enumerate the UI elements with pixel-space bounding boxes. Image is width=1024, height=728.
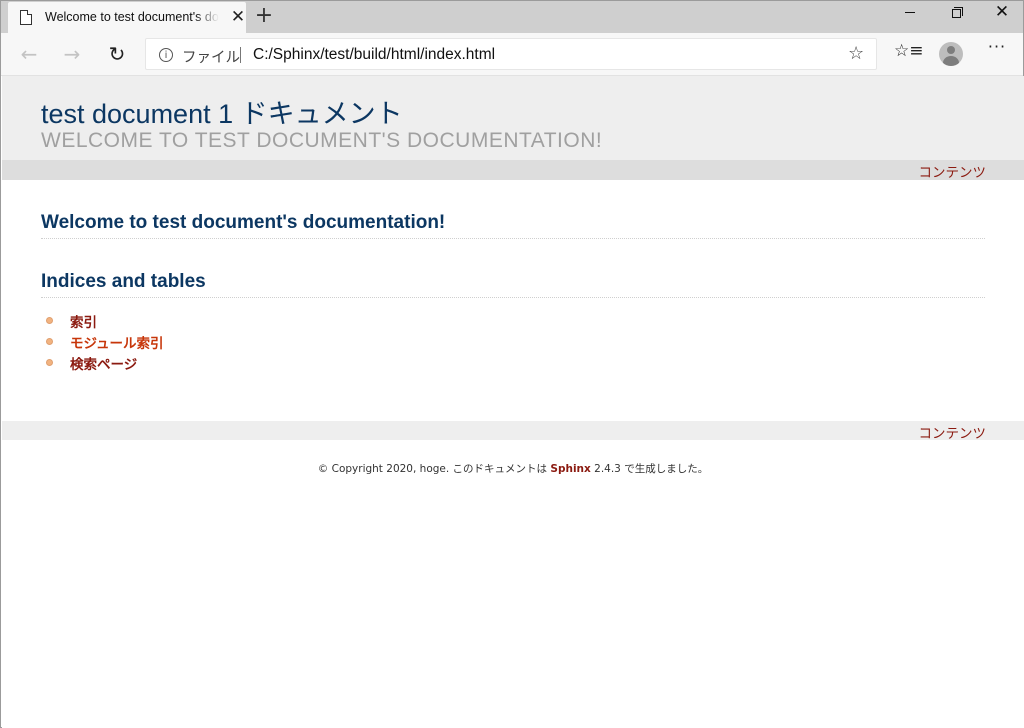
restore-icon [952,9,961,18]
contents-link-bottom[interactable]: コンテンツ [919,422,987,442]
page-heading: Welcome to test document's documentation… [41,212,446,233]
tab-title: Welcome to test document's documentation… [45,10,219,26]
browser-tab-active[interactable]: Welcome to test document's documentation… [8,2,246,33]
module-index-link[interactable]: モジュール索引 [70,332,164,352]
minimize-icon [905,12,915,13]
section-rule [41,297,985,298]
back-button[interactable]: ← [14,39,44,69]
bullet-icon [46,338,53,345]
section-heading: Indices and tables [41,271,206,292]
favorites-icon[interactable]: ☆≡ [894,41,923,67]
footer-suffix: 2.4.3 で生成しました。 [590,463,709,475]
bullet-icon [46,359,53,366]
site-info-icon[interactable]: i [159,48,173,62]
tab-bar: Welcome to test document's documentation… [1,1,1023,33]
bullet-icon [46,317,53,324]
page-content: test document 1 ドキュメント WELCOME TO TEST D… [2,76,1024,728]
url-scheme-label: ファイル [182,50,240,66]
search-page-link[interactable]: 検索ページ [70,353,137,373]
site-header: test document 1 ドキュメント WELCOME TO TEST D… [2,76,1024,160]
restore-button[interactable] [933,1,979,31]
profile-avatar[interactable] [939,42,963,66]
tab-close-icon[interactable]: ✕ [228,7,248,27]
heading-rule [41,238,985,239]
bottom-navbar: コンテンツ [2,421,1024,442]
address-bar[interactable]: i ファイル C:/Sphinx/test/build/html/index.h… [145,38,877,70]
add-favorite-star-icon[interactable]: ☆ [848,43,864,64]
index-link[interactable]: 索引 [70,311,97,331]
address-toolbar: ← → ↻ i ファイル C:/Sphinx/test/build/html/i… [1,33,1023,76]
browser-window: Welcome to test document's documentation… [0,0,1024,728]
forward-button[interactable]: → [57,39,87,69]
url-separator [240,47,241,63]
reload-button[interactable]: ↻ [102,39,132,69]
footer-prefix: © Copyright 2020, hoge. このドキュメントは [317,463,551,475]
window-close-button[interactable]: ✕ [979,1,1024,31]
site-title[interactable]: test document 1 ドキュメント [41,92,403,131]
sphinx-link[interactable]: Sphinx [550,463,590,475]
more-options-icon[interactable]: ··· [983,37,1011,67]
minimize-button[interactable] [887,1,933,31]
url-text[interactable]: C:/Sphinx/test/build/html/index.html [253,46,495,64]
new-tab-button[interactable]: + [251,4,277,30]
site-subtitle: WELCOME TO TEST DOCUMENT'S DOCUMENTATION… [41,129,603,152]
top-navbar: コンテンツ [2,160,1024,181]
contents-link-top[interactable]: コンテンツ [919,161,987,181]
footer: © Copyright 2020, hoge. このドキュメントは Sphinx… [2,461,1024,476]
document-icon [20,10,32,25]
